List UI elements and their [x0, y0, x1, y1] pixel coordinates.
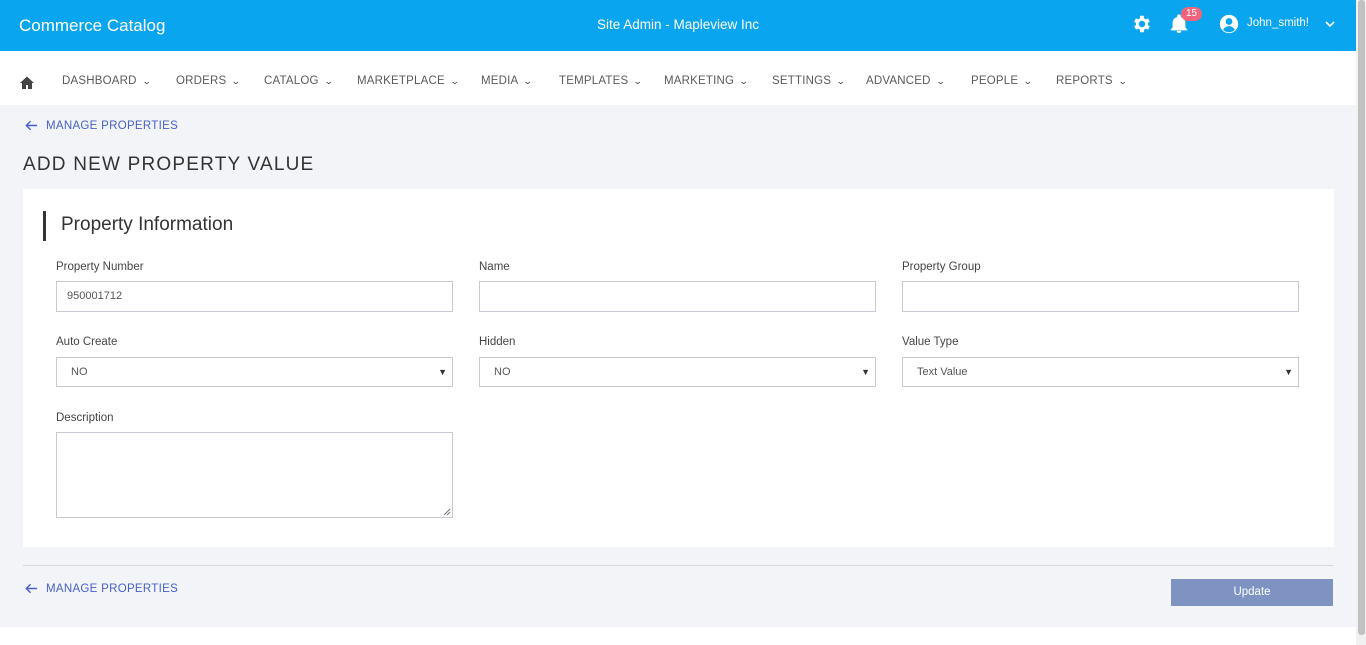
nav-item-label: SETTINGS	[772, 75, 832, 87]
nav-item-media[interactable]: MEDIA ⌄	[481, 75, 534, 87]
user-icon[interactable]	[1219, 14, 1239, 34]
page-content: MANAGE PROPERTIES ADD NEW PROPERTY VALUE…	[0, 105, 1356, 627]
dropdown-arrow-icon: ▼	[438, 367, 447, 377]
chevron-down-icon: ⌄	[1117, 76, 1128, 86]
chevron-down-icon: ⌄	[323, 76, 334, 86]
property-information-card: Property Information Property Number 950…	[23, 189, 1334, 547]
chevron-down-icon: ⌄	[739, 76, 750, 86]
nav-item-label: MARKETPLACE	[357, 75, 445, 87]
hidden-value: NO	[494, 366, 511, 378]
nav-item-label: PEOPLE	[971, 75, 1019, 87]
chevron-down-icon[interactable]	[1323, 17, 1337, 31]
auto-create-value: NO	[71, 366, 88, 378]
divider	[23, 565, 1334, 566]
nav-item-dashboard[interactable]: DASHBOARD ⌄	[62, 75, 152, 87]
nav-item-people[interactable]: PEOPLE ⌄	[971, 75, 1034, 87]
property-number-label: Property Number	[56, 261, 144, 273]
dropdown-arrow-icon: ▼	[1284, 367, 1293, 377]
nav-item-label: TEMPLATES	[559, 75, 629, 87]
home-icon[interactable]	[19, 75, 35, 91]
notification-badge: 15	[1181, 7, 1202, 21]
value-type-value: Text Value	[917, 366, 968, 378]
chevron-down-icon: ⌄	[523, 76, 534, 86]
resize-handle-icon[interactable]	[443, 508, 451, 516]
nav-item-reports[interactable]: REPORTS ⌄	[1056, 75, 1127, 87]
back-to-manage-properties-link[interactable]: MANAGE PROPERTIES	[24, 118, 178, 133]
top-bar: Commerce Catalog Site Admin - Mapleview …	[0, 0, 1356, 51]
nav-item-label: ORDERS	[176, 75, 227, 87]
hidden-select[interactable]: NO ▼	[479, 357, 876, 387]
property-group-label: Property Group	[902, 261, 981, 273]
chevron-down-icon: ⌄	[141, 76, 152, 86]
description-label: Description	[56, 412, 114, 424]
nav-item-label: REPORTS	[1056, 75, 1113, 87]
scrollbar-thumb[interactable]	[1358, 0, 1365, 635]
chevron-down-icon: ⌄	[231, 76, 242, 86]
dropdown-arrow-icon: ▼	[861, 367, 870, 377]
user-name[interactable]: John_smith!	[1247, 17, 1309, 29]
nav-item-label: DASHBOARD	[62, 75, 137, 87]
nav-item-marketplace[interactable]: MARKETPLACE ⌄	[357, 75, 460, 87]
property-number-input[interactable]: 950001712	[56, 281, 453, 312]
nav-item-label: CATALOG	[264, 75, 319, 87]
arrow-left-icon	[25, 583, 38, 594]
name-input[interactable]	[479, 281, 876, 312]
value-type-select[interactable]: Text Value ▼	[902, 357, 1299, 387]
hidden-label: Hidden	[479, 336, 516, 348]
auto-create-select[interactable]: NO ▼	[56, 357, 453, 387]
chevron-down-icon: ⌄	[1023, 76, 1034, 86]
main-navigation: DASHBOARD ⌄ ORDERS ⌄ CATALOG ⌄ MARKETPLACE ⌄ MED…	[0, 60, 1356, 105]
footer-back-to-manage-properties-link[interactable]: MANAGE PROPERTIES	[24, 581, 178, 596]
chevron-down-icon: ⌄	[935, 76, 946, 86]
chevron-down-icon: ⌄	[449, 76, 460, 86]
nav-item-catalog[interactable]: CATALOG ⌄	[264, 75, 334, 87]
nav-item-marketing[interactable]: MARKETING ⌄	[664, 75, 750, 87]
nav-item-settings[interactable]: SETTINGS ⌄	[772, 75, 847, 87]
page-title: ADD NEW PROPERTY VALUE	[23, 154, 315, 175]
gear-icon[interactable]	[1131, 13, 1153, 35]
description-textarea[interactable]	[56, 432, 453, 518]
nav-item-label: MEDIA	[481, 75, 519, 87]
section-heading: Property Information	[43, 211, 233, 241]
nav-item-label: MARKETING	[664, 75, 735, 87]
arrow-left-icon	[25, 120, 38, 131]
back-link-label[interactable]: MANAGE PROPERTIES	[46, 120, 178, 132]
chevron-down-icon: ⌄	[633, 76, 644, 86]
nav-item-templates[interactable]: TEMPLATES ⌄	[559, 75, 644, 87]
nav-item-advanced[interactable]: ADVANCED ⌄	[866, 75, 946, 87]
update-button[interactable]: Update	[1171, 579, 1333, 606]
chevron-down-icon: ⌄	[835, 76, 847, 86]
auto-create-label: Auto Create	[56, 336, 118, 348]
nav-item-orders[interactable]: ORDERS ⌄	[176, 75, 242, 87]
value-type-label: Value Type	[902, 336, 959, 348]
name-label: Name	[479, 261, 510, 273]
property-group-input[interactable]	[902, 281, 1299, 312]
nav-item-label: ADVANCED	[866, 75, 931, 87]
footer-back-link-label[interactable]: MANAGE PROPERTIES	[46, 583, 178, 595]
